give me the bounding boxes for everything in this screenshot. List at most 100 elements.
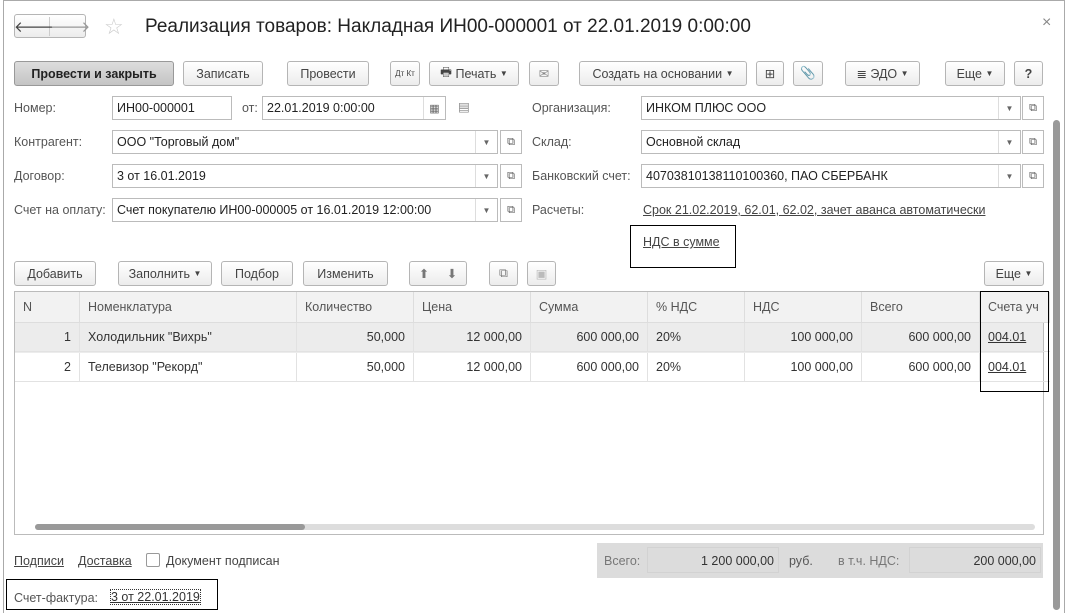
settlements-label: Расчеты: [532,203,585,217]
settlements-link[interactable]: Срок 21.02.2019, 62.01, 62.02, зачет ава… [643,203,985,217]
number-input[interactable]: ИН00-000001 [112,96,232,120]
fill-button[interactable]: Заполнить ▼ [118,261,212,286]
comment-icon[interactable]: ▤ [458,99,470,114]
column-header[interactable]: Номенклатура [80,292,297,323]
chevron-down-icon[interactable]: ▼ [998,165,1020,187]
table-cell: 20% [648,323,745,352]
post-button[interactable]: Провести [287,61,369,86]
back-arrow-icon[interactable]: 🡐 [14,16,54,36]
nav-buttons: 🡐 🡒 [14,14,90,38]
bank-label: Банковский счет: [532,169,631,183]
bank-value: 40703810138110100360, ПАО СБЕРБАНК [646,169,888,183]
chevron-down-icon[interactable]: ▼ [998,97,1020,119]
more-button[interactable]: Еще ▼ [945,61,1005,86]
org-label: Организация: [532,101,611,115]
table-cell: 600 000,00 [862,323,980,352]
table-cell: 100 000,00 [745,323,862,352]
chevron-down-icon: ▼ [985,69,994,78]
warehouse-label: Склад: [532,135,572,149]
table-cell: Холодильник "Вихрь" [80,323,297,352]
fill-label: Заполнить [128,266,190,281]
open-icon[interactable]: ⧉ [500,164,522,188]
accounts-highlight-box [980,291,1049,392]
bank-input[interactable]: 40703810138110100360, ПАО СБЕРБАНК ▼ [641,164,1021,188]
help-button[interactable]: ? [1014,61,1043,86]
table-row[interactable]: 2 Телевизор "Рекорд" 50,000 12 000,00 600 00… [15,353,1050,383]
total-value: 1 200 000,00 [647,547,779,573]
counterparty-input[interactable]: ООО "Торговый дом" ▼ [112,130,498,154]
warehouse-input[interactable]: Основной склад ▼ [641,130,1021,154]
dt-kt-button[interactable]: Дт Кт [390,61,420,86]
copy-icon: ⧉ [499,266,508,280]
chevron-down-icon[interactable]: ▼ [475,165,497,187]
column-header[interactable]: Сумма [531,292,648,323]
vat-total-value: 200 000,00 [909,547,1041,573]
contract-input[interactable]: 3 от 16.01.2019 ▼ [112,164,498,188]
add-button[interactable]: Добавить [14,261,96,286]
open-icon[interactable]: ⧉ [1022,130,1044,154]
arrow-down-icon[interactable]: ⬇ [447,266,457,281]
copy-button[interactable]: ⧉ [489,261,518,286]
open-icon[interactable]: ⧉ [1022,96,1044,120]
column-header[interactable]: Цена [414,292,531,323]
table-cell: 600 000,00 [531,323,648,352]
structure-button[interactable]: ⊞ [756,61,784,86]
column-header[interactable]: НДС [745,292,862,323]
horizontal-scrollbar[interactable] [35,524,1035,530]
date-input[interactable]: 22.01.2019 0:00:00 ▦ [262,96,446,120]
chevron-down-icon[interactable]: ▼ [998,131,1020,153]
favorite-star-icon[interactable]: ☆ [104,14,124,40]
close-icon[interactable]: × [1042,14,1051,32]
save-button[interactable]: Записать [183,61,263,86]
warehouse-value: Основной склад [646,135,741,149]
currency-label: руб. [789,554,813,568]
vertical-scrollbar[interactable] [1052,96,1062,613]
arrow-up-icon[interactable]: ⬆ [419,266,429,281]
open-icon[interactable]: ⧉ [1022,164,1044,188]
page-title: Реализация товаров: Накладная ИН00-00000… [145,16,751,37]
print-button[interactable]: 🖶 Печать ▼ [429,61,519,86]
org-input[interactable]: ИНКОМ ПЛЮС ООО ▼ [641,96,1021,120]
scrollbar-thumb[interactable] [1053,120,1060,610]
open-icon[interactable]: ⧉ [500,198,522,222]
scrollbar-thumb[interactable] [35,524,305,530]
table-cell: Телевизор "Рекорд" [80,353,297,382]
edo-label: ЭДО [870,66,898,81]
column-header[interactable]: N [15,292,80,323]
email-button[interactable]: ✉ [529,61,559,86]
paste-icon: ▣ [535,267,548,281]
delivery-link[interactable]: Доставка [78,554,132,568]
hierarchy-icon: ⊞ [764,67,776,81]
table-cell: 600 000,00 [862,353,980,382]
signatures-link[interactable]: Подписи [14,554,64,568]
chevron-down-icon[interactable]: ▼ [475,199,497,221]
calendar-icon[interactable]: ▦ [423,97,445,119]
signed-checkbox[interactable] [146,553,160,567]
post-and-close-button[interactable]: Провести и закрыть [14,61,174,86]
chevron-down-icon[interactable]: ▼ [475,131,497,153]
table-more-button[interactable]: Еще ▼ [984,261,1044,286]
chevron-down-icon: ▼ [499,69,508,78]
column-header[interactable]: % НДС [648,292,745,323]
forward-arrow-icon[interactable]: 🡒 [50,17,90,36]
pick-button[interactable]: Подбор [221,261,293,286]
open-icon[interactable]: ⧉ [500,130,522,154]
attach-button[interactable]: 📎 [793,61,823,86]
vat-mode-link[interactable]: НДС в сумме [643,235,720,249]
number-label: Номер: [14,101,56,115]
table-cell: 20% [648,353,745,382]
invoice-input[interactable]: Счет покупателю ИН00-000005 от 16.01.201… [112,198,498,222]
table-row[interactable]: 1 Холодильник "Вихрь" 50,000 12 000,00 600 0… [15,323,1050,353]
column-header[interactable]: Количество [297,292,414,323]
date-label: от: [242,101,258,115]
paste-button[interactable]: ▣ [527,261,556,286]
table-more-label: Еще [995,266,1022,281]
envelope-icon: ✉ [538,67,550,81]
change-button[interactable]: Изменить [303,261,388,286]
column-header[interactable]: Всего [862,292,980,323]
create-based-on-button[interactable]: Создать на основании ▼ [579,61,747,86]
print-label: Печать [455,66,497,81]
edo-button[interactable]: ≣ ЭДО ▼ [845,61,920,86]
invoice-value: Счет покупателю ИН00-000005 от 16.01.201… [117,203,432,217]
tax-invoice-link[interactable]: 3 от 22.01.2019 [110,589,201,605]
